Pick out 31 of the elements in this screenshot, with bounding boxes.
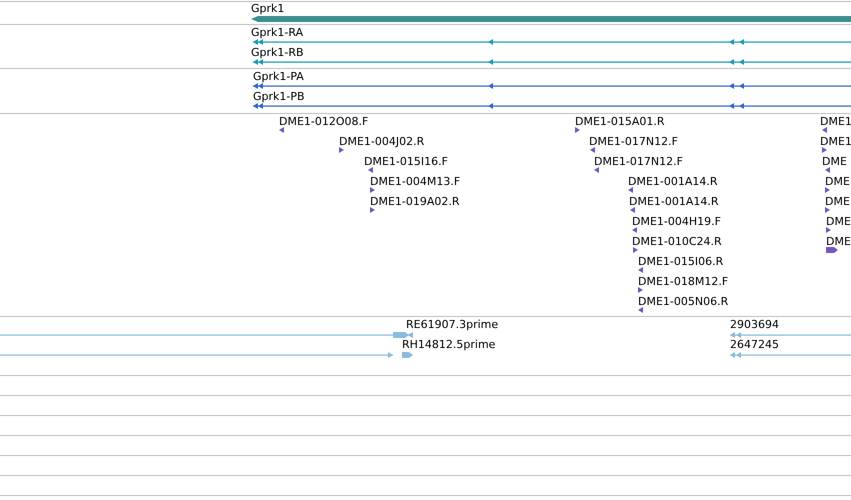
feature-label: DME1-004H19.F [632, 216, 721, 227]
feature-label: DME1 [820, 116, 851, 127]
feature-label: DME1-015A01.R [575, 116, 665, 127]
feature-label: 2903694 [730, 319, 779, 330]
feature-label: DME1-004M13.F [370, 176, 460, 187]
feature-label: DME [826, 216, 851, 227]
feature-label: DME1-005N06.R [638, 296, 728, 307]
feature-label: DME1-018M12.F [638, 276, 728, 287]
feature-label: 2647245 [730, 339, 779, 350]
feature-label: RH14812.5prime [402, 339, 496, 350]
feature-label: Gprk1-RB [251, 47, 304, 58]
feature-label: Gprk1-RA [251, 27, 304, 38]
feature-label: Gprk1-PB [253, 91, 305, 102]
feature-label: DME1 [820, 136, 851, 147]
feature-label: DME1-001A14.R [628, 176, 718, 187]
feature-label: DME1-019A02.R [370, 196, 460, 207]
feature-label: DME1-015I06.R [638, 256, 724, 267]
feature-label: Gprk1-PA [253, 71, 304, 82]
feature-label: DME1-012O08.F [279, 116, 368, 127]
feature-label: DME1-017N12.F [594, 156, 683, 167]
feature-label: DME1-010C24.R [632, 236, 722, 247]
feature-label: DME [825, 176, 850, 187]
feature-label: DME1-017N12.F [589, 136, 678, 147]
feature-label: DME [826, 236, 851, 247]
feature-label: DME [822, 156, 847, 167]
feature-label: DME [825, 196, 850, 207]
feature-label: DME1-015I16.F [364, 156, 448, 167]
feature-label: DME1-001A14.R [629, 196, 719, 207]
feature-label: DME1-004J02.R [339, 136, 424, 147]
feature-label: RE61907.3prime [406, 319, 498, 330]
feature-label: Gprk1 [251, 3, 284, 14]
